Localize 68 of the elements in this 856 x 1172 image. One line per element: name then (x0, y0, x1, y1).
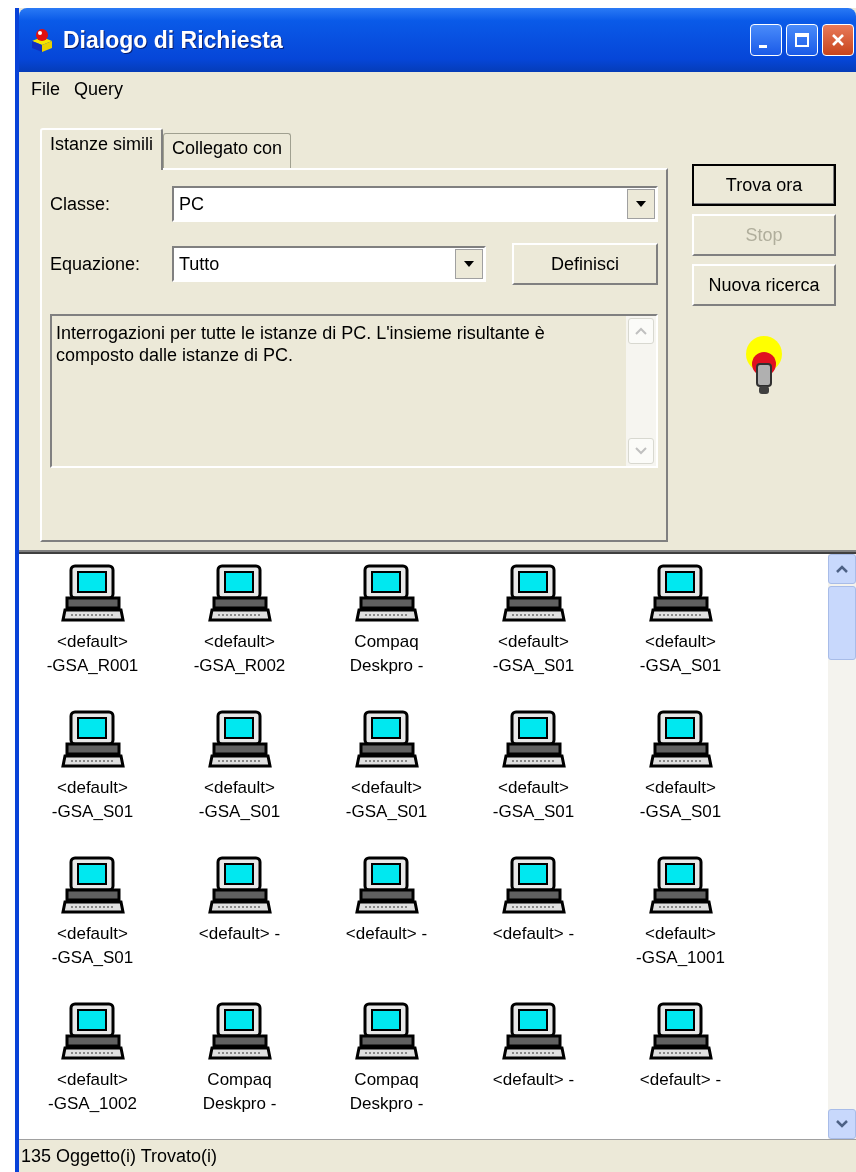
computer-icon[interactable] (207, 564, 272, 624)
menu-item[interactable]: File (27, 78, 64, 100)
computer-icon[interactable] (207, 710, 272, 770)
tab[interactable]: Collegato con (163, 133, 292, 168)
item-label: Compaq Deskpro - (348, 631, 425, 677)
minimize-icon (759, 44, 767, 48)
computer-icon[interactable] (60, 564, 125, 624)
window-title: Dialogo di Richiesta (63, 26, 283, 54)
item-label: <default> -GSA_S01 (638, 631, 723, 677)
item-label: <default> -GSA_S01 (197, 777, 282, 823)
computer-icon[interactable] (354, 1002, 419, 1062)
item-label: <default> -GSA_S01 (491, 631, 576, 677)
item-label: Compaq Deskpro - (201, 1069, 278, 1115)
equation-dropdown[interactable]: Tutto (172, 246, 486, 282)
computer-icon[interactable] (354, 856, 419, 916)
class-dropdown[interactable]: PC (172, 186, 658, 222)
minimize-button[interactable] (750, 24, 782, 56)
item-label: <default> -GSA_R001 (45, 631, 140, 677)
computer-icon[interactable] (501, 710, 566, 770)
item-label: <default> -GSA_1002 (47, 1069, 138, 1115)
computer-icon[interactable] (207, 1002, 272, 1062)
maximize-icon (794, 32, 810, 48)
item-label: <default> -GSA_S01 (344, 777, 429, 823)
computer-icon[interactable] (648, 564, 713, 624)
define-button[interactable]: Definisci (512, 243, 658, 285)
scroll-down-icon (628, 438, 654, 464)
computer-icon[interactable] (501, 1002, 566, 1062)
item-label: <default> - (491, 1069, 576, 1091)
computer-icon[interactable] (60, 710, 125, 770)
scrollbar[interactable] (828, 554, 856, 1139)
computer-icon[interactable] (648, 710, 713, 770)
scroll-down-icon (828, 1109, 856, 1139)
computer-icon[interactable] (648, 856, 713, 916)
app-icon (29, 27, 55, 53)
computer-icon[interactable] (501, 856, 566, 916)
close-button[interactable] (822, 24, 854, 56)
item-label: <default> - (638, 1069, 723, 1091)
field-label: Classe: (50, 193, 112, 215)
item-label: <default> - (491, 923, 576, 945)
computer-icon[interactable] (501, 564, 566, 624)
scroll-up-icon (628, 318, 654, 344)
item-label: <default> -GSA_S01 (50, 923, 135, 969)
action-button[interactable]: Nuova ricerca (692, 264, 836, 306)
computer-icon[interactable] (648, 1002, 713, 1062)
computer-icon[interactable] (354, 710, 419, 770)
status-text: 135 Oggetto(i) Trovato(i) (21, 1145, 218, 1167)
action-button[interactable]: Trova ora (692, 164, 836, 206)
item-label: <default> - (197, 923, 282, 945)
close-icon (830, 32, 846, 48)
scroll-thumb[interactable] (828, 586, 856, 660)
scroll-up-icon (828, 554, 856, 584)
scrollbar[interactable] (626, 316, 656, 466)
item-label: <default> -GSA_R002 (192, 631, 287, 677)
item-label: <default> -GSA_S01 (638, 777, 723, 823)
maximize-button[interactable] (786, 24, 818, 56)
computer-icon[interactable] (60, 856, 125, 916)
tab[interactable]: Istanze simili (40, 128, 164, 170)
computer-icon[interactable] (60, 1002, 125, 1062)
item-label: <default> -GSA_1001 (635, 923, 726, 969)
menu-item[interactable]: Query (70, 78, 128, 100)
item-label: Compaq Deskpro - (348, 1069, 425, 1115)
computer-icon[interactable] (207, 856, 272, 916)
item-label: <default> -GSA_S01 (491, 777, 576, 823)
item-label: <default> - (344, 923, 429, 945)
item-label: <default> -GSA_S01 (50, 777, 135, 823)
computer-icon[interactable] (354, 564, 419, 624)
description-text: Interrogazioni per tutte le istanze di PC. L'insieme risultante è composto dalle istanze di PC. (55, 322, 546, 367)
field-label: Equazione: (50, 253, 142, 275)
